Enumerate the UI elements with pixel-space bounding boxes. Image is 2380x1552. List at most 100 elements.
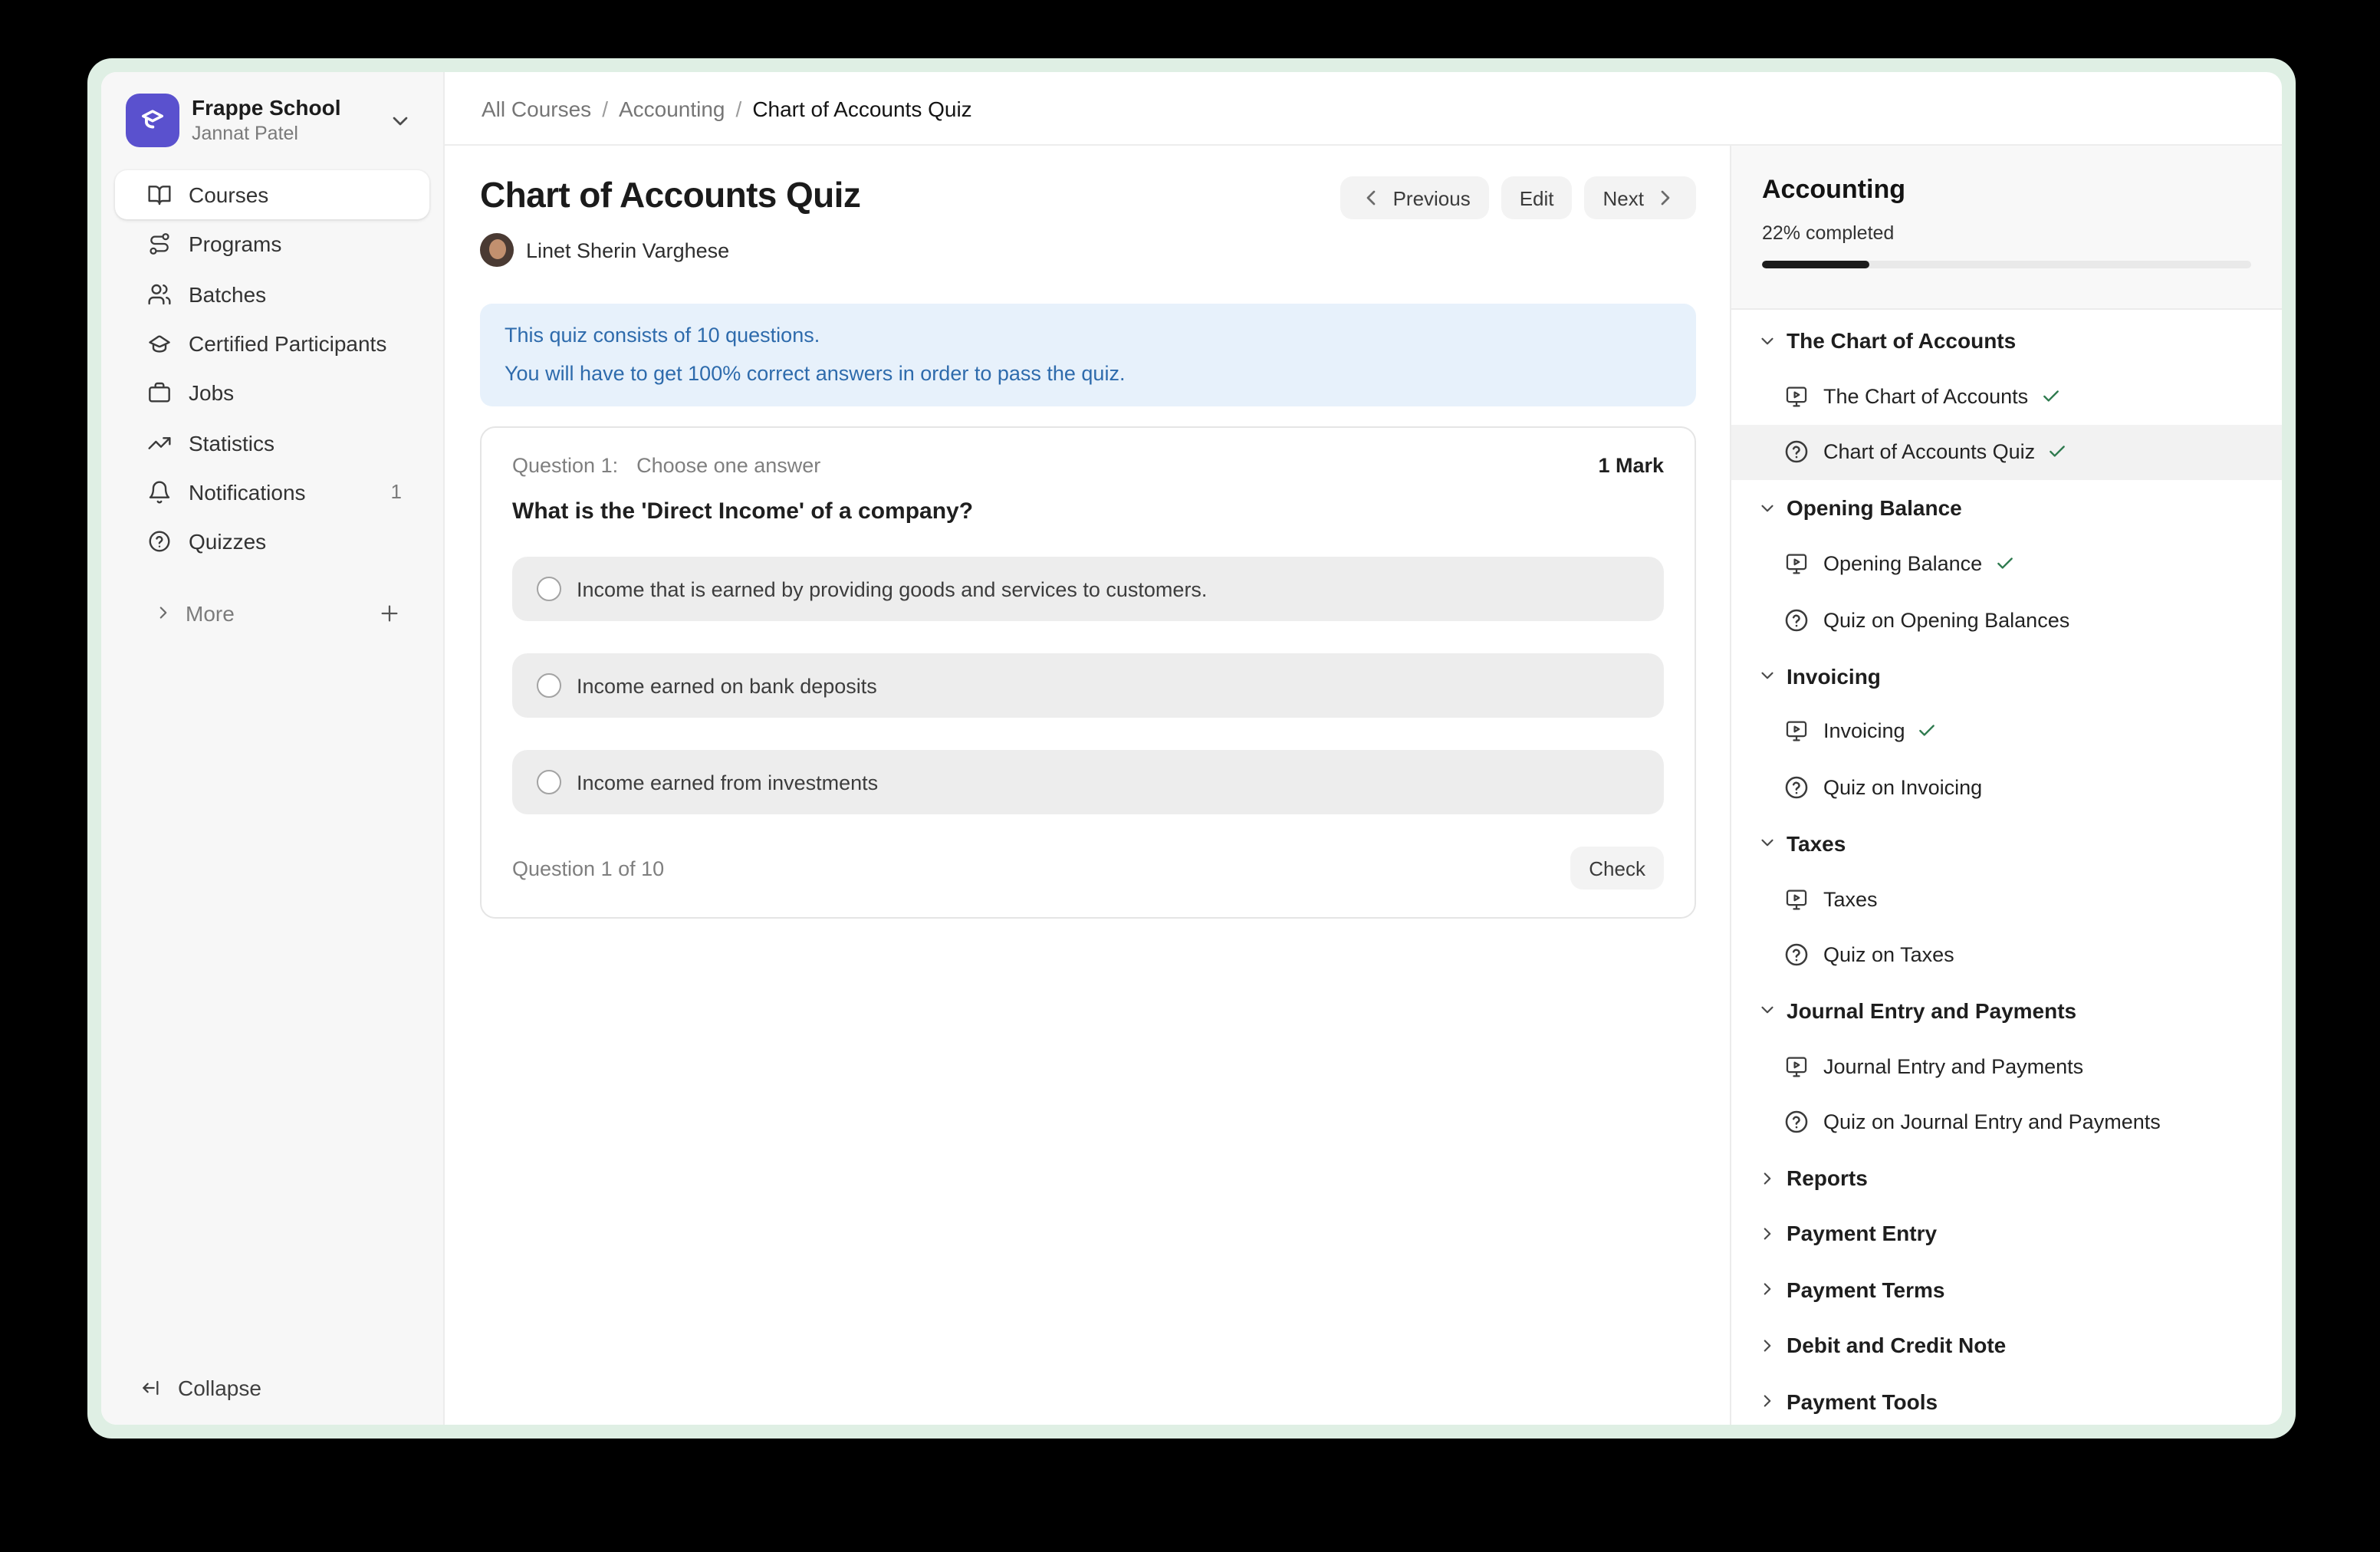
monitor-play-icon [1783, 551, 1810, 577]
monitor-play-icon [1783, 718, 1810, 745]
outline-header: Accounting 22% completed [1731, 146, 2282, 310]
chapter-row-2[interactable]: Opening Balance [1731, 480, 2282, 536]
quiz-option-3[interactable]: Income earned from investments [512, 750, 1664, 814]
sidebar-item-programs[interactable]: Programs [115, 220, 429, 270]
previous-label: Previous [1393, 186, 1471, 209]
lesson-title: Opening Balance [1823, 553, 1982, 576]
help-circle-icon [1783, 774, 1810, 801]
sidebar-item-certified-participants[interactable]: Certified Participants [115, 319, 429, 369]
header-actions: Previous Edit Next [1341, 176, 1696, 219]
sidebar-item-jobs[interactable]: Jobs [115, 368, 429, 418]
chapter-row-4[interactable]: Taxes [1731, 815, 2282, 871]
edit-button[interactable]: Edit [1501, 176, 1573, 219]
edit-label: Edit [1520, 186, 1554, 209]
chapter-row-1[interactable]: The Chart of Accounts [1731, 313, 2282, 369]
lesson-row[interactable]: Quiz on Taxes [1731, 927, 2282, 983]
sidebar-item-quizzes[interactable]: Quizzes [115, 517, 429, 567]
lesson-row[interactable]: Chart of Accounts Quiz [1731, 425, 2282, 481]
lesson-title: The Chart of Accounts [1823, 385, 2028, 408]
sidebar-item-batches[interactable]: Batches [115, 269, 429, 319]
lesson-title: Chart of Accounts Quiz [1823, 441, 2035, 464]
question-header: Question 1: Choose one answer 1 Mark [512, 454, 1664, 477]
chapter-title: Payment Terms [1787, 1277, 1944, 1302]
progress-bar-fill [1762, 261, 1869, 268]
chapter-title: Invoicing [1787, 663, 1881, 688]
lesson-title: Taxes [1823, 887, 1878, 910]
question-text: What is the 'Direct Income' of a company… [512, 498, 1664, 524]
chapter-row-9[interactable]: Debit and Credit Note [1731, 1317, 2282, 1373]
chapter-title: Taxes [1787, 830, 1846, 855]
chapter-row-6[interactable]: Reports [1731, 1150, 2282, 1206]
radio-icon[interactable] [537, 770, 561, 794]
marks-label: 1 Mark [1598, 454, 1664, 477]
check-button[interactable]: Check [1570, 847, 1664, 889]
lesson-row[interactable]: Taxes [1731, 871, 2282, 927]
notification-count-badge: 1 [391, 481, 416, 504]
workspace-title: Frappe School [192, 96, 340, 120]
quiz-option-2[interactable]: Income earned on bank deposits [512, 653, 1664, 718]
chevron-right-icon [1756, 1335, 1777, 1355]
add-icon[interactable] [377, 600, 416, 625]
check-label: Check [1589, 857, 1645, 880]
chapter-title: Journal Entry and Payments [1787, 998, 2076, 1023]
breadcrumb-item-1[interactable]: All Courses [482, 96, 591, 120]
chapter-title: The Chart of Accounts [1787, 328, 2016, 353]
lesson-row[interactable]: The Chart of Accounts [1731, 369, 2282, 425]
lesson-title: Journal Entry and Payments [1823, 1055, 2083, 1078]
trending-up-icon [147, 430, 172, 455]
notice-line-2: You will have to get 100% correct answer… [505, 355, 1672, 393]
monitor-play-icon [1783, 383, 1810, 409]
next-button[interactable]: Next [1585, 176, 1696, 219]
lesson-row[interactable]: Opening Balance [1731, 536, 2282, 592]
frappe-school-logo-icon [126, 94, 179, 147]
question-number-label: Question 1: [512, 454, 618, 477]
breadcrumb-separator: / [736, 96, 742, 120]
sidebar-item-label: Jobs [189, 381, 234, 406]
previous-button[interactable]: Previous [1341, 176, 1489, 219]
breadcrumb-bar: All Courses/Accounting/Chart of Accounts… [445, 72, 2282, 146]
workspace-user: Jannat Patel [192, 123, 340, 146]
course-outline-panel: Accounting 22% completed The Chart of Ac… [1730, 146, 2282, 1425]
chapter-row-10[interactable]: Payment Tools [1731, 1373, 2282, 1425]
sidebar-item-courses[interactable]: Courses [115, 170, 429, 220]
collapse-sidebar-button[interactable]: Collapse [101, 1360, 443, 1416]
breadcrumb-item-2[interactable]: Accounting [619, 96, 725, 120]
sidebar-item-statistics[interactable]: Statistics [115, 418, 429, 468]
sidebar-item-notifications[interactable]: Notifications1 [115, 468, 429, 518]
chapter-title: Opening Balance [1787, 496, 1962, 521]
workspace-switcher[interactable]: Frappe School Jannat Patel [126, 94, 443, 147]
lesson-row[interactable]: Invoicing [1731, 703, 2282, 759]
lesson-row[interactable]: Quiz on Journal Entry and Payments [1731, 1094, 2282, 1150]
help-circle-icon [147, 529, 172, 554]
next-label: Next [1603, 186, 1644, 209]
quiz-option-1[interactable]: Income that is earned by providing goods… [512, 557, 1664, 621]
question-footer: Question 1 of 10 Check [512, 847, 1664, 889]
chapter-title: Debit and Credit Note [1787, 1333, 2006, 1357]
chapter-title: Payment Tools [1787, 1389, 1938, 1413]
app-window: Frappe School Jannat Patel CoursesProgra… [101, 72, 2282, 1425]
chevron-down-icon [388, 108, 413, 133]
chevron-right-icon [1756, 1391, 1777, 1411]
lesson-row[interactable]: Journal Entry and Payments [1731, 1038, 2282, 1094]
chapter-row-3[interactable]: Invoicing [1731, 648, 2282, 704]
chapter-title: Reports [1787, 1166, 1868, 1190]
monitor-play-icon [1783, 1054, 1810, 1080]
chapter-row-8[interactable]: Payment Terms [1731, 1261, 2282, 1317]
desktop: Frappe School Jannat Patel CoursesProgra… [0, 0, 2380, 1552]
check-icon [1918, 722, 1938, 741]
chapter-title: Payment Entry [1787, 1222, 1937, 1246]
lesson-row[interactable]: Quiz on Opening Balances [1731, 592, 2282, 648]
options-list: Income that is earned by providing goods… [512, 557, 1664, 814]
sidebar-item-more[interactable]: More [115, 588, 429, 638]
content-area: All Courses/Accounting/Chart of Accounts… [445, 72, 2282, 1425]
chapter-row-5[interactable]: Journal Entry and Payments [1731, 982, 2282, 1038]
chevron-down-icon [1756, 1001, 1777, 1021]
users-icon [147, 281, 172, 306]
lesson-row[interactable]: Quiz on Invoicing [1731, 759, 2282, 815]
sidebar-item-label: Batches [189, 281, 266, 306]
radio-icon[interactable] [537, 577, 561, 601]
radio-icon[interactable] [537, 673, 561, 698]
help-circle-icon [1783, 1109, 1810, 1135]
chapter-row-7[interactable]: Payment Entry [1731, 1206, 2282, 1262]
check-icon [2040, 386, 2060, 406]
